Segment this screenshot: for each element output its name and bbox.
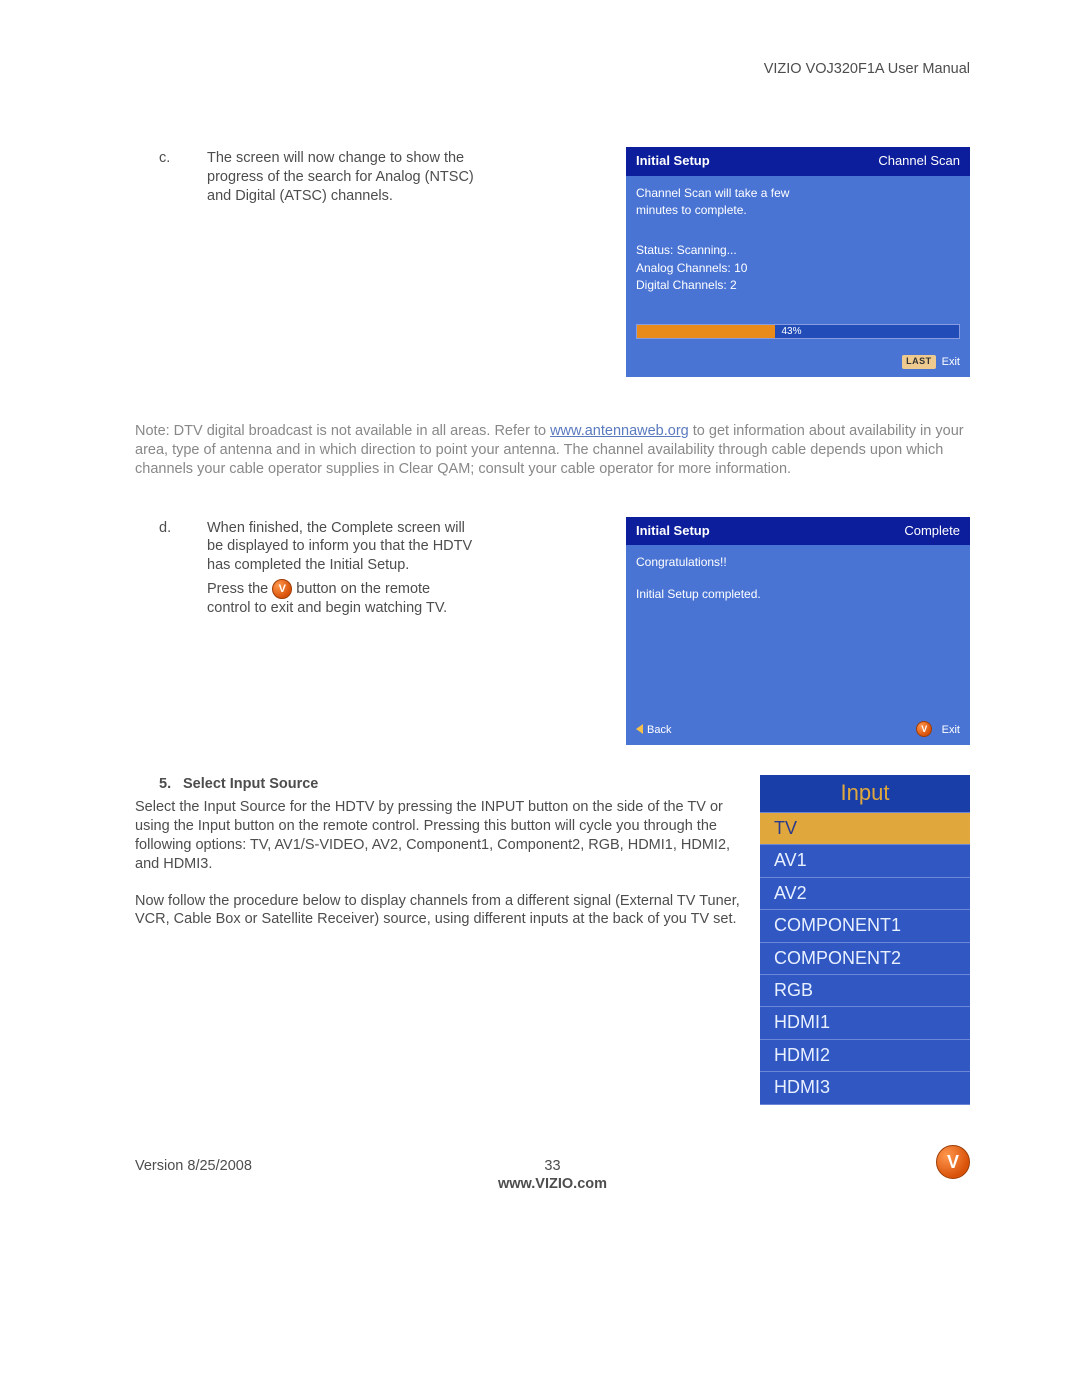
osd2-back-group: Back xyxy=(636,722,671,738)
footer-site-url: www.VIZIO.com xyxy=(498,1175,607,1194)
input-menu-item: HDMI1 xyxy=(760,1007,970,1039)
footer-version: Version 8/25/2008 xyxy=(135,1157,252,1176)
step-d-text1: When finished, the Complete screen will … xyxy=(207,519,475,576)
osd2-exit-label: Exit xyxy=(942,724,960,736)
osd2-completed: Initial Setup completed. xyxy=(636,587,960,603)
vizio-logo-icon: V xyxy=(936,1145,970,1179)
osd2-back-label: Back xyxy=(647,724,671,736)
osd1-msg-line1: Channel Scan will take a few xyxy=(636,186,960,202)
osd-channel-scan: Initial Setup Channel Scan Channel Scan … xyxy=(626,147,970,377)
osd-complete: Initial Setup Complete Congratulations!!… xyxy=(626,517,970,746)
step-d-press-line: Press the V button on the remote control… xyxy=(207,579,475,618)
step-d-marker: d. xyxy=(135,519,207,618)
page-footer: Version 8/25/2008 33 www.VIZIO.com V xyxy=(135,1145,970,1195)
section-5-title: Select Input Source xyxy=(183,775,318,794)
vizio-v-icon: V xyxy=(916,721,932,737)
input-menu-item: HDMI3 xyxy=(760,1072,970,1104)
input-menu-item: TV xyxy=(760,813,970,845)
section-5-heading: 5. Select Input Source xyxy=(135,775,740,794)
input-menu-item: COMPONENT2 xyxy=(760,943,970,975)
section-5-number: 5. xyxy=(135,775,183,794)
input-menu-item: COMPONENT1 xyxy=(760,910,970,942)
note-paragraph: Note: DTV digital broadcast is not avail… xyxy=(135,422,970,479)
section-5-row: 5. Select Input Source Select the Input … xyxy=(135,775,970,1104)
input-menu-title: Input xyxy=(760,775,970,813)
osd1-title: Initial Setup xyxy=(636,153,710,170)
step-c-marker: c. xyxy=(135,149,207,206)
step-c-row: c. The screen will now change to show th… xyxy=(135,149,970,377)
note-pre: Note: DTV digital broadcast is not avail… xyxy=(135,423,550,439)
section-5-para2: Now follow the procedure below to displa… xyxy=(135,892,740,930)
antennaweb-link[interactable]: www.antennaweb.org xyxy=(550,423,689,439)
back-icon xyxy=(636,724,643,734)
osd1-analog-count: Analog Channels: 10 xyxy=(636,261,960,277)
section-5-para1: Select the Input Source for the HDTV by … xyxy=(135,798,740,873)
osd2-right-label: Complete xyxy=(904,523,960,540)
osd1-last-button: LAST xyxy=(902,355,936,369)
vizio-button-icon: V xyxy=(272,579,292,599)
osd1-exit-label: Exit xyxy=(942,355,960,369)
osd2-congrats: Congratulations!! xyxy=(636,555,960,571)
footer-page-number: 33 xyxy=(544,1157,560,1176)
input-menu-item: HDMI2 xyxy=(760,1040,970,1072)
step-d-press-pre: Press the xyxy=(207,581,272,597)
osd1-progress-percent: 43% xyxy=(775,325,801,338)
osd2-exit-group: V Exit xyxy=(916,721,960,737)
osd1-digital-count: Digital Channels: 2 xyxy=(636,278,960,294)
osd1-status: Status: Scanning... xyxy=(636,243,960,259)
input-source-menu: Input TVAV1AV2COMPONENT1COMPONENT2RGBHDM… xyxy=(760,775,970,1104)
document-header: VIZIO VOJ320F1A User Manual xyxy=(135,60,970,79)
osd1-progress-fill xyxy=(637,325,775,338)
input-menu-item: RGB xyxy=(760,975,970,1007)
input-menu-item: AV1 xyxy=(760,845,970,877)
input-menu-item: AV2 xyxy=(760,878,970,910)
osd2-title: Initial Setup xyxy=(636,523,710,540)
osd1-right-label: Channel Scan xyxy=(878,153,960,170)
osd1-progress-bar: 43% xyxy=(636,324,960,339)
step-d-row: d. When finished, the Complete screen wi… xyxy=(135,519,970,746)
step-c-text: The screen will now change to show the p… xyxy=(207,149,475,206)
osd1-msg-line2: minutes to complete. xyxy=(636,203,960,219)
